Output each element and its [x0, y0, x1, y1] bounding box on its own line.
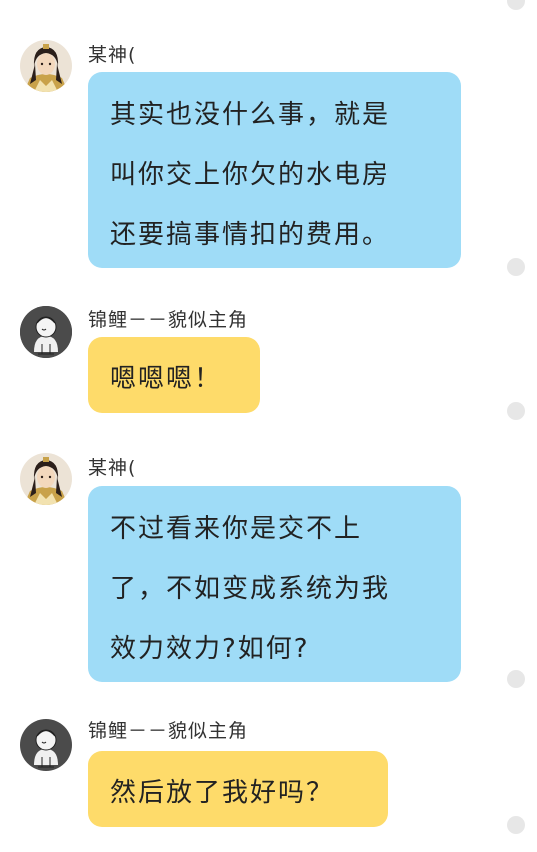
message-bubble[interactable]: 其实也没什么事，就是 叫你交上你欠的水电房 还要搞事情扣的费用。 — [88, 72, 461, 268]
message-text-line: 嗯嗯嗯！ — [110, 364, 223, 394]
sketch-avatar-icon[interactable] — [20, 719, 72, 771]
message-bubble[interactable]: 然后放了我好吗？ — [88, 751, 388, 827]
message-text-line: 效力效力?如何? — [110, 634, 310, 664]
sender-name: 锦鲤－－貌似主角 — [88, 720, 249, 742]
message-bubble[interactable]: 不过看来你是交不上 了，不如变成系统为我 效力效力?如何? — [88, 486, 461, 682]
warrior-avatar-icon[interactable] — [20, 40, 72, 92]
sender-name: 锦鲤－－貌似主角 — [88, 309, 249, 331]
message-text-line: 叫你交上你欠的水电房 — [110, 160, 391, 190]
sketch-avatar-icon[interactable] — [20, 306, 72, 358]
message-status-dot — [507, 402, 525, 420]
warrior-avatar-icon[interactable] — [20, 453, 72, 505]
sender-name: 某神( — [88, 44, 137, 66]
message-text-line: 然后放了我好吗？ — [110, 778, 335, 808]
message-status-dot — [507, 258, 525, 276]
message-status-dot — [507, 670, 525, 688]
message-status-dot — [507, 816, 525, 834]
scroll-indicator-dot — [507, 0, 525, 10]
message-text-line: 其实也没什么事，就是 — [110, 100, 391, 130]
message-text-line: 不过看来你是交不上 — [110, 514, 363, 544]
message-text-line: 还要搞事情扣的费用。 — [110, 220, 391, 250]
message-text-line: 了，不如变成系统为我 — [110, 574, 391, 604]
message-bubble[interactable]: 嗯嗯嗯！ — [88, 337, 260, 413]
sender-name: 某神( — [88, 457, 137, 479]
